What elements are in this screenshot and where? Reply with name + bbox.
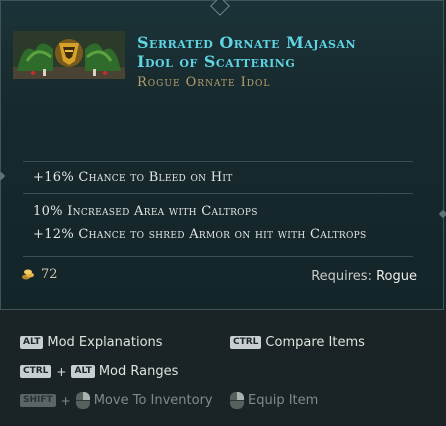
left-edge-ornament <box>0 171 6 181</box>
hint-compare-items: CTRL Compare Items <box>230 335 365 350</box>
tooltip-top-ornament <box>210 0 230 16</box>
ctrl-key-badge: CTRL <box>230 336 262 349</box>
shift-key-badge: SHIFT <box>20 394 56 407</box>
ctrl-key-badge: CTRL <box>20 365 52 378</box>
hint-label: Compare Items <box>265 335 365 350</box>
hint-label: Equip Item <box>248 393 319 408</box>
right-click-icon <box>75 392 90 409</box>
plus-sign: + <box>56 364 67 379</box>
hint-mod-ranges: CTRL + ALT Mod Ranges <box>20 364 178 379</box>
alt-key-badge: ALT <box>20 336 44 349</box>
hint-move-to-inventory: SHIFT + Move To Inventory <box>20 392 213 409</box>
item-tooltip: Serrated Ornate Majasan Idol of Scatteri… <box>0 0 446 310</box>
item-type: Rogue Ornate Idol <box>137 75 271 90</box>
hotkey-hints: ALT Mod Explanations CTRL Compare Items … <box>0 310 446 426</box>
requirement: Requires: Rogue <box>311 269 417 284</box>
divider <box>23 161 413 162</box>
affix-mod-2: +12% Chance to shred Armor on hit with C… <box>33 227 367 242</box>
alt-key-badge: ALT <box>71 365 95 378</box>
idol-art <box>13 31 125 79</box>
requires-label: Requires: <box>311 269 372 284</box>
item-title-line1: Serrated Ornate Majasan <box>137 33 357 52</box>
divider <box>23 256 413 257</box>
hint-label: Mod Explanations <box>47 335 163 350</box>
hint-label: Mod Ranges <box>98 364 179 379</box>
right-edge-ornament <box>438 209 446 219</box>
gold-coin-icon <box>21 268 35 281</box>
implicit-mod: +16% Chance to Bleed on Hit <box>33 170 233 185</box>
price-value: 72 <box>41 267 58 282</box>
item-title-line2: Idol of Scattering <box>137 52 296 71</box>
item-title: Serrated Ornate Majasan Idol of Scatteri… <box>137 33 427 71</box>
item-price: 72 <box>21 267 58 282</box>
right-click-icon <box>230 392 244 409</box>
hint-label: Move To Inventory <box>93 393 213 408</box>
plus-sign: + <box>60 393 71 408</box>
divider <box>23 193 413 194</box>
affix-mod-1: 10% Increased Area with Caltrops <box>33 204 258 219</box>
requires-class: Rogue <box>376 269 417 284</box>
hint-mod-explanations: ALT Mod Explanations <box>20 335 163 350</box>
hint-equip-item: Equip Item <box>230 392 318 409</box>
